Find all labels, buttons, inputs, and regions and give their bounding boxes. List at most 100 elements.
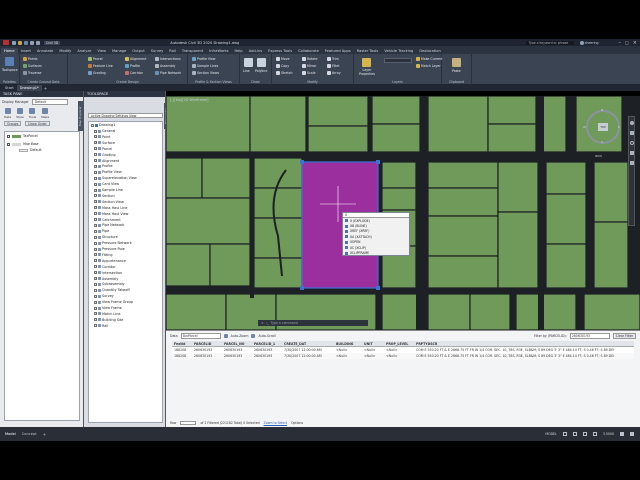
tree-item[interactable]: + Intersection — [94, 271, 122, 275]
table-cell[interactable]: 260630193 — [222, 348, 252, 352]
table-cell[interactable]: 7/30/2007 12:00:00 AM — [282, 354, 334, 358]
column-header[interactable]: PROP_LEVEL — [384, 342, 414, 346]
tree-item[interactable]: + Pipe — [94, 229, 109, 233]
tree-item[interactable]: + Profile — [94, 164, 113, 168]
rotate-button[interactable]: Rotate — [302, 57, 317, 61]
app-logo-icon[interactable] — [3, 40, 9, 45]
tree-item[interactable]: + Match Line — [94, 312, 121, 316]
expand-icon[interactable]: + — [94, 253, 97, 257]
alignment-button[interactable]: Alignment — [125, 57, 146, 61]
grid-icon[interactable] — [562, 432, 567, 436]
command-line[interactable]: × ›_ Type a command — [258, 320, 368, 326]
column-header[interactable]: BUILDING — [334, 342, 362, 346]
expand-icon[interactable]: + — [94, 194, 97, 198]
auto-scroll-button[interactable]: Auto-Scroll — [258, 334, 275, 338]
new-icon[interactable] — [12, 40, 16, 45]
column-header[interactable]: PARCEL_NO — [222, 342, 252, 346]
move-button[interactable]: Move — [276, 57, 290, 61]
checkbox-icon[interactable] — [7, 142, 10, 146]
expand-icon[interactable]: + — [94, 277, 97, 280]
parcel-button[interactable]: Parcel — [88, 57, 103, 61]
tree-item[interactable]: + Rail — [94, 324, 108, 328]
expand-icon[interactable]: + — [94, 200, 97, 204]
close-button[interactable]: × — [633, 40, 637, 46]
tree-item[interactable]: + Assembly — [94, 277, 118, 281]
polyline-button[interactable]: Polyline — [255, 69, 267, 73]
table-cell[interactable]: 260630193 — [252, 354, 282, 358]
table-cell[interactable]: 260630193 — [222, 354, 252, 358]
profile-button[interactable]: Profile — [125, 64, 140, 68]
new-tab-button[interactable]: + — [44, 86, 47, 91]
tab-layout-concept[interactable]: Concept — [22, 432, 37, 436]
tree-root[interactable]: − Drawing1 — [91, 123, 115, 127]
tree-item[interactable]: + Appurtenance — [94, 259, 126, 263]
pipe-network-button[interactable]: Pipe Network — [155, 71, 181, 75]
tree-item[interactable]: + Catchment — [94, 218, 121, 222]
points-button[interactable]: Points — [23, 57, 38, 61]
drawing-canvas[interactable]: [-][Top][2D Wireframe] TOP N S W E WCS X… — [166, 96, 640, 330]
polyline-icon[interactable] — [257, 58, 266, 67]
expand-icon[interactable]: + — [94, 288, 97, 292]
tree-item[interactable]: + Parcel — [94, 147, 112, 151]
tree-item[interactable]: + Subassembly — [94, 282, 125, 286]
draw-order-button[interactable]: Draw Order — [25, 121, 50, 126]
undo-icon[interactable] — [30, 40, 34, 45]
table-cell[interactable]: COM E 550.20 FT & E 2668.75 FT FR W 1/4 … — [414, 348, 614, 352]
map-selector[interactable]: Default — [31, 99, 68, 105]
tree-item[interactable]: + View Frame Group — [94, 300, 133, 304]
expand-icon[interactable]: + — [94, 218, 97, 221]
compass-east[interactable]: E — [618, 125, 620, 129]
model-space-toggle[interactable]: MODEL — [545, 432, 557, 436]
expand-icon[interactable]: + — [94, 235, 97, 239]
layer-properties-icon[interactable] — [362, 58, 371, 67]
expand-icon[interactable]: + — [94, 312, 97, 316]
fillet-button[interactable]: Fillet — [327, 64, 339, 68]
product-badge[interactable]: Civil 3D — [44, 40, 61, 45]
expand-icon[interactable]: + — [94, 324, 97, 328]
profile-view-button[interactable]: Profile View — [192, 57, 216, 61]
expand-icon[interactable]: + — [94, 164, 97, 168]
table-cell[interactable]: <Null> — [334, 354, 362, 358]
table-cell[interactable]: 188208 — [172, 354, 192, 358]
tree-item[interactable]: + General — [94, 129, 115, 133]
expand-icon[interactable]: + — [94, 241, 97, 245]
compass-north[interactable]: N — [601, 108, 603, 112]
layer-dropdown[interactable] — [384, 58, 412, 63]
style-tool[interactable]: Style — [16, 108, 24, 119]
options-menu[interactable]: Options — [291, 421, 303, 425]
save-icon[interactable] — [24, 40, 28, 45]
viewcube-top-face[interactable]: TOP — [598, 123, 608, 131]
line-button[interactable]: Line — [243, 69, 250, 73]
expand-icon[interactable]: + — [94, 206, 97, 210]
paste-icon[interactable] — [452, 58, 461, 67]
column-header[interactable]: FeatId — [172, 342, 192, 346]
expand-icon[interactable]: + — [94, 306, 97, 310]
tree-item[interactable]: + Structure — [94, 235, 118, 239]
expand-icon[interactable]: + — [94, 188, 97, 192]
orbit-icon[interactable] — [629, 151, 634, 155]
open-icon[interactable] — [18, 40, 22, 45]
table-cell[interactable]: 7/30/2007 12:00:00 AM — [282, 348, 334, 352]
minimize-button[interactable]: – — [619, 40, 622, 46]
showmotion-icon[interactable] — [629, 161, 634, 165]
expand-icon[interactable]: + — [94, 318, 97, 322]
layer-properties-button[interactable]: Layer Properties — [356, 68, 378, 76]
snap-icon[interactable] — [572, 432, 577, 436]
table-cell[interactable]: <Null> — [334, 348, 362, 352]
tools-tool[interactable]: Tools — [29, 108, 36, 119]
expand-icon[interactable]: + — [94, 229, 97, 233]
expand-icon[interactable]: + — [94, 147, 97, 151]
close-command-icon[interactable]: × — [261, 321, 264, 325]
copy-button[interactable]: Copy — [276, 64, 289, 68]
tree-item[interactable]: + Building Site — [94, 318, 123, 322]
user-name[interactable]: cheerlng — [585, 41, 599, 45]
toolspace-icon[interactable] — [5, 57, 14, 66]
expand-icon[interactable]: + — [94, 300, 97, 304]
tree-item[interactable]: + Fitting — [94, 253, 113, 257]
expand-icon[interactable]: + — [94, 153, 97, 157]
toolspace-button[interactable]: Toolspace — [2, 68, 18, 72]
search-input[interactable]: Type a keyword or phrase — [525, 40, 574, 45]
layer-item[interactable]: TaxParcel — [7, 134, 38, 138]
expand-icon[interactable]: + — [94, 176, 97, 180]
tree-item[interactable]: + Pipe Network — [94, 223, 124, 227]
